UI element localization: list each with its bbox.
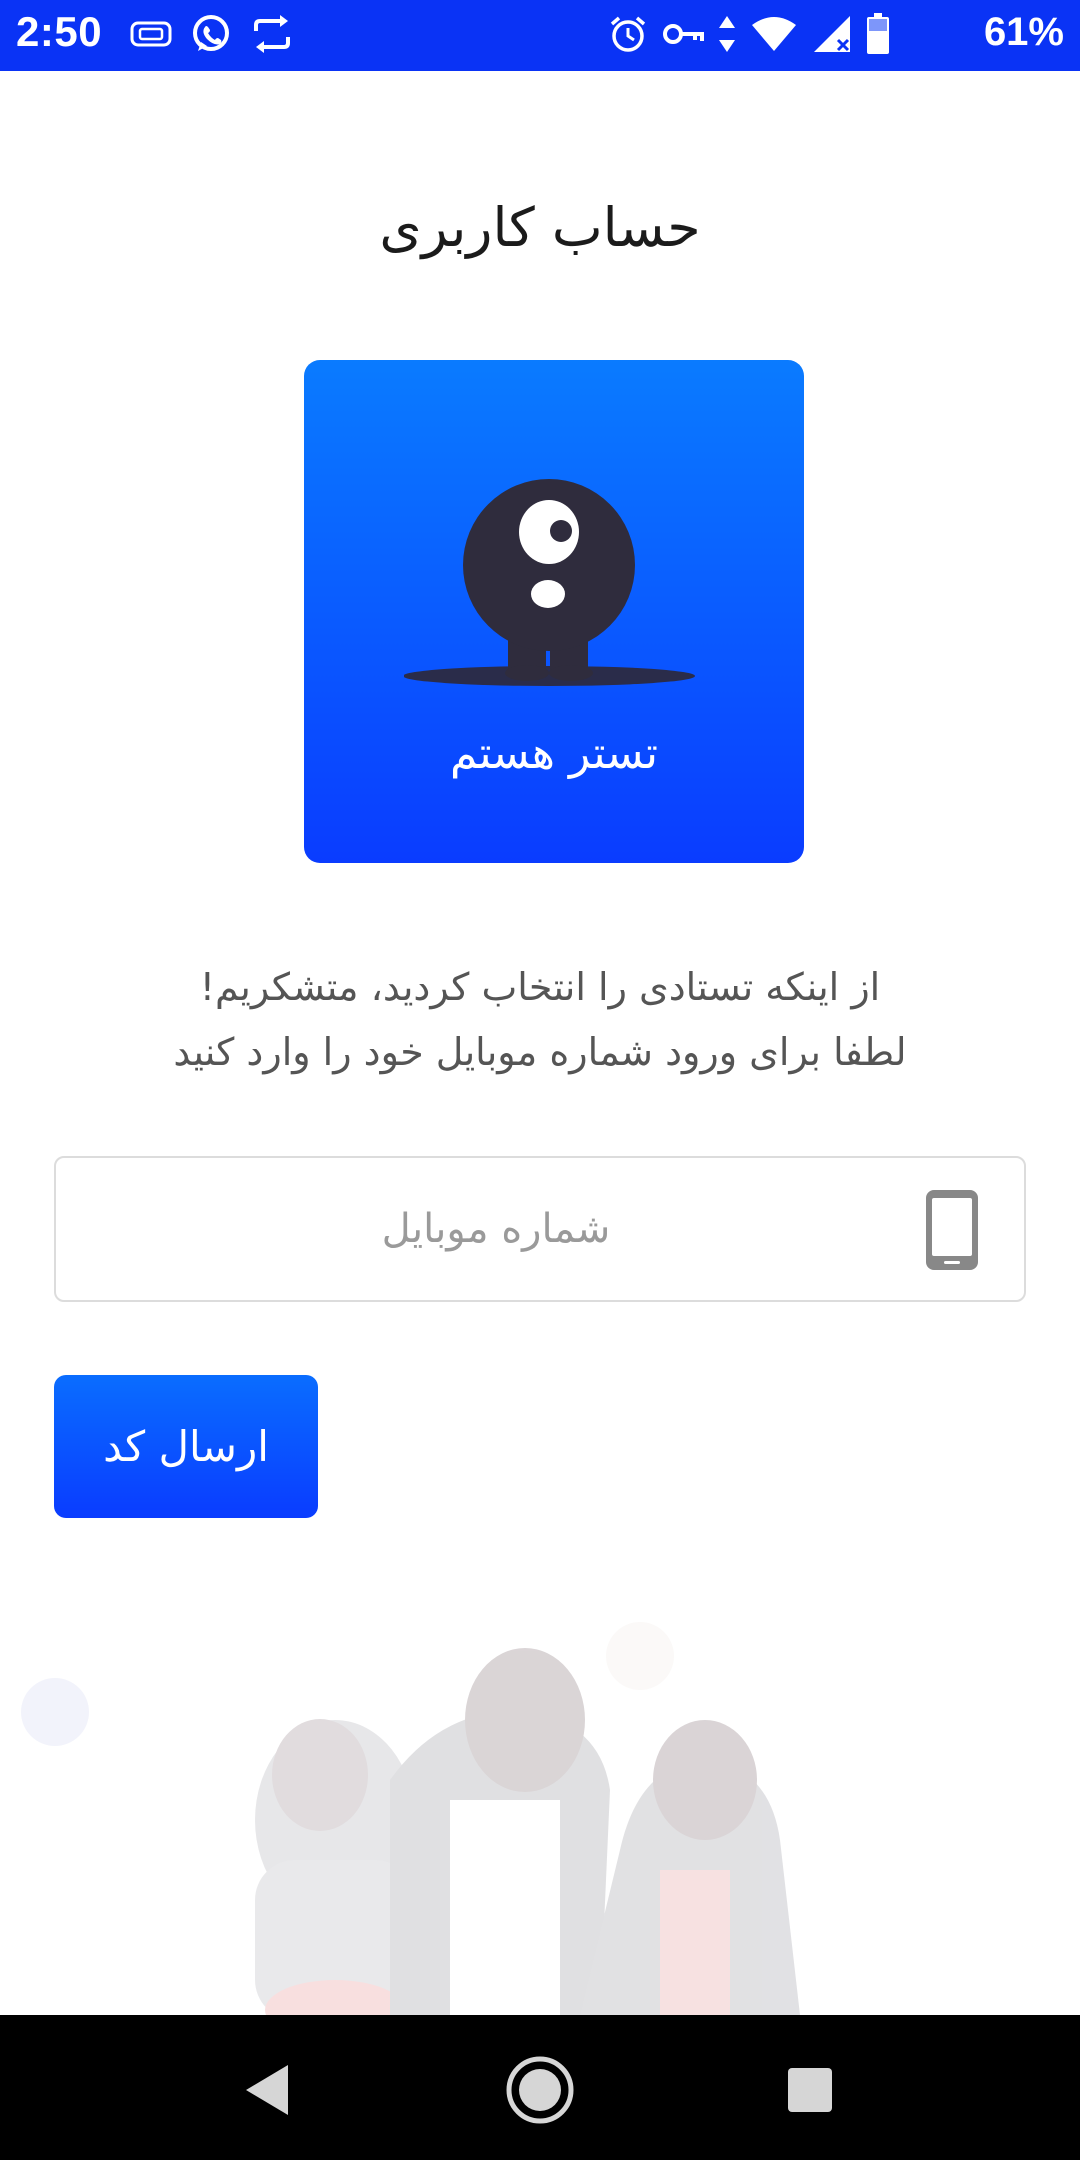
battery-icon — [866, 13, 890, 59]
status-time: 2:50 — [16, 8, 103, 55]
instruction-line-1: از اینکه تستادی را انتخاب کردید، متشکریم… — [199, 965, 881, 1009]
page-title: حساب کاربری — [379, 196, 701, 259]
status-right-icons — [608, 13, 890, 59]
phone-number-input[interactable] — [76, 1158, 916, 1300]
back-icon[interactable] — [232, 2055, 302, 2125]
vpn-key-icon — [662, 19, 704, 53]
instruction-line-2: لطفا برای ورود شماره موبایل خود را وارد … — [173, 1030, 907, 1074]
battery-percent: 61% — [983, 10, 1064, 54]
alarm-icon — [608, 14, 648, 58]
wifi-icon — [750, 15, 798, 57]
monster-character-icon — [403, 460, 704, 714]
recents-icon[interactable] — [775, 2055, 845, 2125]
role-card-tester[interactable]: تستر هستم — [304, 360, 804, 863]
signal-icon — [812, 14, 852, 58]
phone-number-field[interactable] — [54, 1156, 1026, 1302]
home-icon[interactable] — [505, 2055, 575, 2125]
send-code-button[interactable]: ارسال کد — [54, 1375, 318, 1518]
instruction-text: از اینکه تستادی را انتخاب کردید، متشکریم… — [80, 955, 1000, 1085]
status-left-icons — [130, 14, 294, 58]
background-people-illustration — [0, 1610, 1080, 2015]
mobile-phone-icon — [924, 1188, 980, 1276]
navigation-bar — [0, 2015, 1080, 2160]
data-arrows-icon — [718, 14, 736, 58]
sync-icon — [250, 13, 294, 59]
status-bar: 2:50 61% — [0, 0, 1080, 71]
role-card-label: تستر هستم — [449, 728, 659, 779]
whatsapp-icon — [190, 13, 232, 59]
sim-card-icon — [130, 20, 172, 52]
